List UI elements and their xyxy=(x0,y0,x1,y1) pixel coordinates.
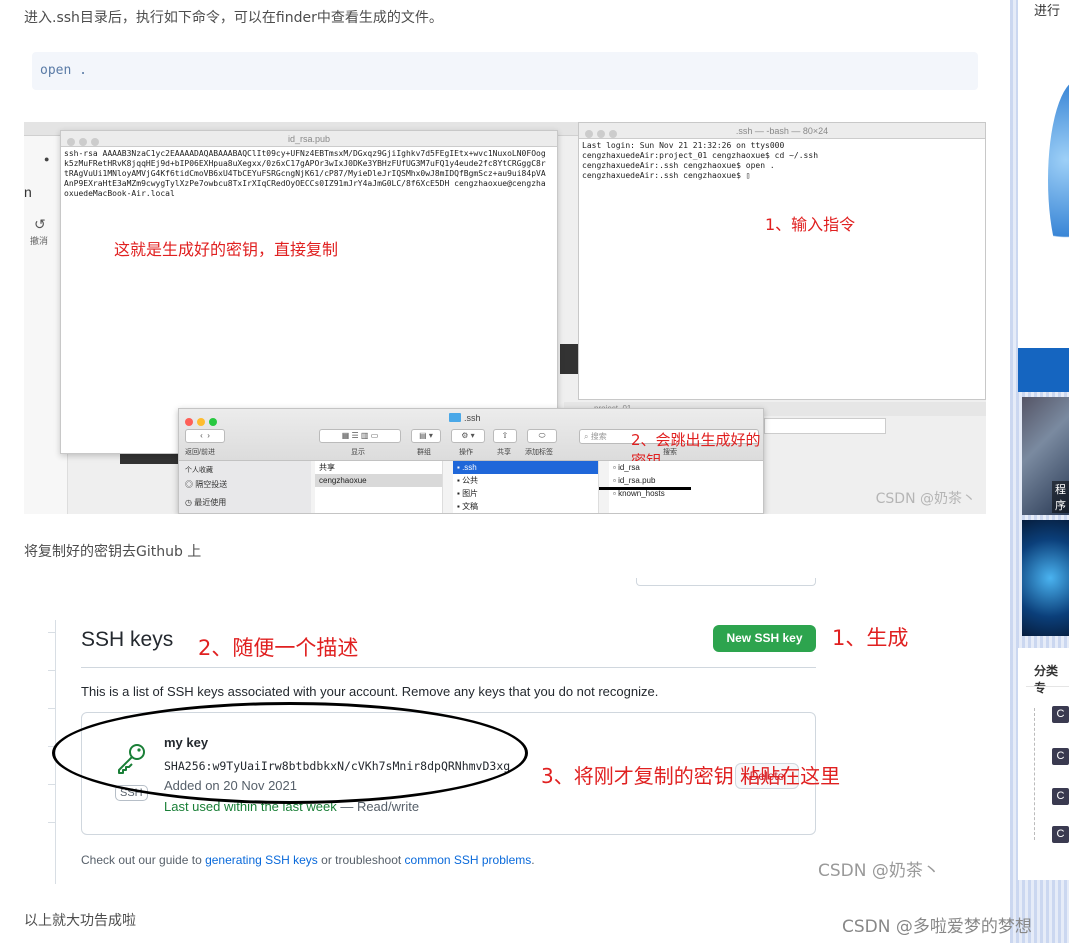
group-button[interactable]: ▤ ▾ xyxy=(411,429,441,443)
underline-mark xyxy=(599,487,691,490)
right-sidebar: 进行 程序 分类专 C C C C xyxy=(1010,0,1069,943)
category-icon[interactable]: C xyxy=(1052,706,1069,723)
view-mode-buttons[interactable]: ▦ ☰ ▥ ▭ xyxy=(319,429,401,443)
window-titlebar: id_rsa.pub xyxy=(61,131,557,147)
list-item[interactable]: ▪ 图片 xyxy=(453,487,598,500)
sidebar-image[interactable] xyxy=(1022,520,1069,636)
undo-icon[interactable]: ↺ xyxy=(34,216,46,233)
ssh-keys-description: This is a list of SSH keys associated wi… xyxy=(81,684,659,699)
action-gear-button[interactable]: ⚙ ▾ xyxy=(451,429,485,443)
terminal-line: cengzhaxuedeAir:.ssh cengzhaoxue$ open . xyxy=(582,161,775,170)
toolbar-label: 显示 xyxy=(351,449,365,456)
finder-column-2: ▪ .ssh ▪ 公共 ▪ 图片 ▪ 文稿 xyxy=(453,461,599,513)
highlight-ellipse xyxy=(52,702,528,804)
new-ssh-key-button[interactable]: New SSH key xyxy=(713,625,816,652)
divider xyxy=(81,667,816,668)
background-field xyxy=(764,418,886,434)
tag-button[interactable]: ⬭ xyxy=(527,429,557,443)
sidebar-item-recents[interactable]: ◷ 最近使用 xyxy=(185,497,226,508)
finder-toolbar: .ssh ‹ › 返回/前进 ▦ ☰ ▥ ▭ 显示 ▤ ▾ 群组 ⚙ ▾ 操作 … xyxy=(179,409,763,470)
screenshot-terminal-finder: ● n ↺ 撤消 project_01 id_rsa.pub ssh-rsa A… xyxy=(24,122,986,514)
annotation-paste-key: 3、将刚才复制的密钥 粘贴在这里 xyxy=(541,764,841,788)
terminal-line: cengzhaxuedeAir:project_01 cengzhaoxue$ … xyxy=(582,151,819,160)
annotation-enter-command: 1、输入指令 xyxy=(765,215,856,234)
nav-tick xyxy=(48,822,56,823)
file-item[interactable]: ▫ id_rsa xyxy=(609,461,763,474)
public-key-text[interactable]: ssh-rsa AAAAB3NzaC1yc2EAAAADAQABAAABAQCl… xyxy=(61,147,551,201)
toolbar-label: 共享 xyxy=(497,449,511,456)
list-item[interactable]: 共享 xyxy=(315,461,442,474)
back-forward-button[interactable]: ‹ › xyxy=(185,429,225,443)
file-item[interactable]: ▫ id_rsa.pub xyxy=(609,474,763,487)
generating-ssh-keys-link[interactable]: generating SSH keys xyxy=(205,853,318,867)
category-icon[interactable]: C xyxy=(1052,826,1069,843)
list-item[interactable]: ▪ .ssh xyxy=(453,461,598,474)
finder-window: .ssh ‹ › 返回/前进 ▦ ☰ ▥ ▭ 显示 ▤ ▾ 群组 ⚙ ▾ 操作 … xyxy=(178,408,764,514)
list-item[interactable]: ▪ 文稿 xyxy=(453,500,598,513)
sidebar-blue-bar[interactable] xyxy=(1018,348,1069,392)
nav-tick xyxy=(48,708,56,709)
finder-title: .ssh xyxy=(449,413,481,423)
terminal-window: .ssh — -bash — 80×24 Last login: Sun Nov… xyxy=(578,122,986,400)
category-icon[interactable]: C xyxy=(1052,788,1069,805)
sidebar-image[interactable]: 程序 xyxy=(1022,397,1069,515)
page-watermark: CSDN @多啦爱梦的梦想 xyxy=(842,917,1032,937)
conclusion-paragraph: 以上就大功告成啦 xyxy=(24,913,136,929)
toolbar-label: 添加标签 xyxy=(525,449,553,456)
lock-icon: ● xyxy=(44,154,50,164)
list-item[interactable]: ▪ 公共 xyxy=(453,474,598,487)
annotation-description: 2、随便一个描述 xyxy=(198,636,359,660)
window-title: .ssh — -bash — 80×24 xyxy=(735,126,829,136)
terminal-output[interactable]: Last login: Sun Nov 21 21:32:26 on ttys0… xyxy=(579,139,985,183)
toolbar-label: 返回/前进 xyxy=(185,449,215,456)
pubkey-textedit-window: id_rsa.pub ssh-rsa AAAAB3NzaC1yc2EAAAADA… xyxy=(60,130,558,454)
screenshot-github-ssh-keys: SSH keys 2、随便一个描述 New SSH key 1、生成 This … xyxy=(24,578,986,888)
window-titlebar: .ssh — -bash — 80×24 xyxy=(579,123,985,139)
annotation-generate: 1、生成 xyxy=(832,626,909,650)
code-block[interactable]: open . xyxy=(32,52,978,90)
category-icon[interactable]: C xyxy=(1052,748,1069,765)
nav-tick xyxy=(48,632,56,633)
divider xyxy=(1026,686,1069,687)
tree-line xyxy=(1034,708,1035,840)
help-footer: Check out our guide to generating SSH ke… xyxy=(81,853,535,867)
terminal-line: cengzhaxuedeAir:.ssh cengzhaoxue$ ▯ xyxy=(582,171,751,180)
watermark: CSDN @奶茶丶 xyxy=(875,491,976,507)
github-paragraph: 将复制好的密钥去Github 上 xyxy=(24,544,202,560)
sidebar-top-text: 进行 xyxy=(1034,4,1061,19)
undo-label: 撤消 xyxy=(30,236,49,246)
page-title: SSH keys xyxy=(81,628,174,651)
finder-sidebar: 个人收藏 ◎ 隔空投送 ◷ 最近使用 xyxy=(179,461,311,513)
category-panel: 分类专 C C C C xyxy=(1018,648,1069,880)
dropdown-fragment xyxy=(636,578,816,586)
terminal-line: Last login: Sun Nov 21 21:32:26 on ttys0… xyxy=(582,141,785,150)
code-command: open . xyxy=(40,63,87,78)
sidebar-top-card: 进行 xyxy=(1018,0,1069,348)
common-ssh-problems-link[interactable]: common SSH problems xyxy=(405,853,532,867)
window-controls[interactable] xyxy=(585,127,621,143)
nav-tick xyxy=(48,784,56,785)
background-dark-block xyxy=(560,344,580,374)
share-button[interactable]: ⇧ xyxy=(493,429,517,443)
list-item[interactable]: cengzhaoxue xyxy=(315,474,442,487)
annotation-copy-key: 这就是生成好的密钥，直接复制 xyxy=(114,240,339,259)
toolbar-label: 群组 xyxy=(417,449,431,456)
sidebar-illustration xyxy=(1048,80,1069,280)
sidebar-header: 个人收藏 xyxy=(185,467,213,474)
image-caption: 程序 xyxy=(1052,481,1069,513)
nav-tick xyxy=(48,670,56,671)
category-label: 分类专 xyxy=(1034,664,1059,695)
intro-paragraph: 进入.ssh目录后，执行如下命令，可以在finder中查看生成的文件。 xyxy=(24,10,443,26)
toolbar-label: 操作 xyxy=(459,449,473,456)
watermark: CSDN @奶茶丶 xyxy=(818,861,940,881)
n-icon: n xyxy=(24,184,32,200)
finder-column-1: 共享 cengzhaoxue xyxy=(315,461,443,513)
sidebar-item-airdrop[interactable]: ◎ 隔空投送 xyxy=(185,479,227,490)
folder-icon xyxy=(449,413,461,422)
window-title: id_rsa.pub xyxy=(287,134,331,144)
window-controls[interactable] xyxy=(67,135,103,151)
